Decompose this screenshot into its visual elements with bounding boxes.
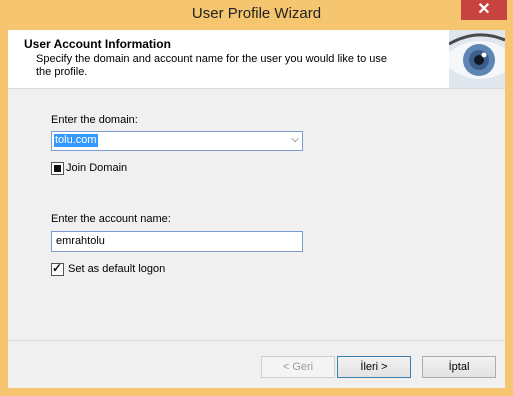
eye-icon xyxy=(449,30,505,88)
wizard-window: User Profile Wizard ✕ User Account Infor… xyxy=(0,0,513,396)
close-button[interactable]: ✕ xyxy=(461,0,507,20)
domain-value: tolu.com xyxy=(54,134,98,147)
account-label: Enter the account name: xyxy=(51,213,171,225)
cancel-button[interactable]: İptal xyxy=(422,356,496,378)
header-title: User Account Information xyxy=(24,37,171,51)
join-domain-label: Join Domain xyxy=(66,162,128,174)
account-name-value: emrahtolu xyxy=(56,235,105,247)
next-button[interactable]: İleri > xyxy=(337,356,411,378)
account-name-input[interactable]: emrahtolu xyxy=(51,231,303,252)
domain-combobox[interactable]: tolu.com ⌵ xyxy=(51,131,303,151)
window-title: User Profile Wizard xyxy=(191,5,322,22)
footer-divider xyxy=(8,340,505,341)
default-logon-checkbox[interactable] xyxy=(51,261,64,276)
title-bar[interactable]: User Profile Wizard ✕ xyxy=(0,0,513,30)
back-button[interactable]: < Geri xyxy=(261,356,335,378)
header-description: Specify the domain and account name for … xyxy=(36,53,387,78)
join-domain-checkbox[interactable] xyxy=(51,162,64,175)
domain-label: Enter the domain: xyxy=(51,114,138,126)
wizard-client-area: User Account Information Specify the dom… xyxy=(8,30,505,388)
default-logon-label: Set as default logon xyxy=(68,263,166,275)
chevron-down-icon[interactable]: ⌵ xyxy=(291,134,299,145)
wizard-header: User Account Information Specify the dom… xyxy=(8,30,505,89)
